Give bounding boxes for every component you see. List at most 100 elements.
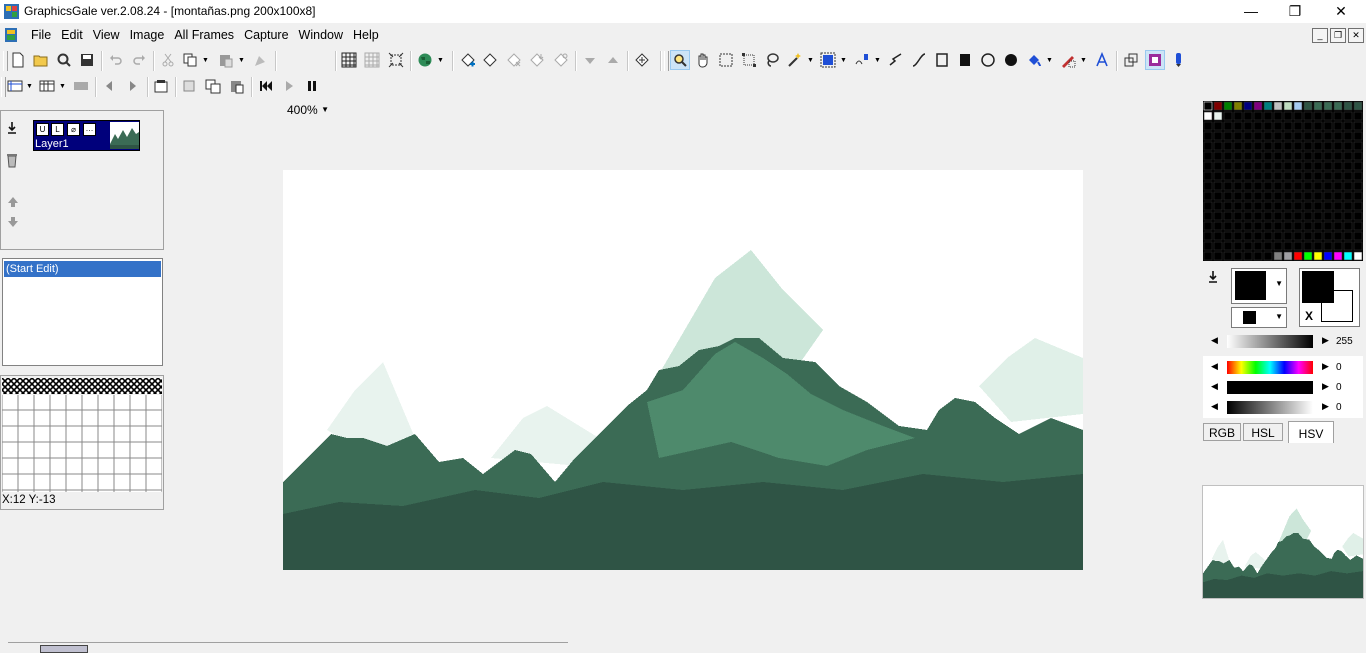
palette-swatch[interactable] — [1293, 121, 1303, 131]
palette-swatch[interactable] — [1293, 251, 1303, 261]
palette-swatch[interactable] — [1253, 171, 1263, 181]
paste-dropdown-arrow[interactable]: ▼ — [238, 50, 245, 70]
palette-swatch[interactable] — [1243, 111, 1253, 121]
menu-view[interactable]: View — [88, 24, 125, 46]
trash-icon[interactable] — [2, 150, 22, 170]
next-frame-icon[interactable] — [123, 76, 143, 96]
palette-swatch[interactable] — [1293, 201, 1303, 211]
palette-swatch[interactable] — [1313, 111, 1323, 121]
palette-swatch[interactable] — [1253, 111, 1263, 121]
minimize-button[interactable]: — — [1228, 0, 1274, 23]
palette-swatch[interactable] — [1333, 191, 1343, 201]
palette-swatch[interactable] — [1283, 101, 1293, 111]
palette-swatch[interactable] — [1273, 211, 1283, 221]
palette-swatch[interactable] — [1343, 181, 1353, 191]
saturation-increase-arrow[interactable]: ▶ — [1322, 381, 1329, 392]
palette-swatch[interactable] — [1243, 211, 1253, 221]
palette-swatch[interactable] — [1283, 251, 1293, 261]
redo-icon[interactable] — [129, 50, 149, 70]
palette-swatch[interactable] — [1233, 221, 1243, 231]
palette-swatch[interactable] — [1203, 191, 1213, 201]
palette-swatch[interactable] — [1203, 231, 1213, 241]
palette-swatch[interactable] — [1243, 231, 1253, 241]
palette-swatch[interactable] — [1353, 231, 1363, 241]
palette-swatch[interactable] — [1333, 211, 1343, 221]
palette-swatch[interactable] — [1343, 101, 1353, 111]
layer-down-icon[interactable] — [3, 212, 23, 232]
palette-swatch[interactable] — [1303, 201, 1313, 211]
fit-window-icon[interactable] — [386, 50, 406, 70]
alpha-decrease-arrow[interactable]: ◀ — [1211, 335, 1218, 346]
palette-swatch[interactable] — [1333, 141, 1343, 151]
palette-swatch[interactable] — [1203, 131, 1213, 141]
zoom-select[interactable]: 400% ▼ — [280, 100, 332, 120]
palette-swatch[interactable] — [1353, 211, 1363, 221]
palette-swatch[interactable] — [1213, 231, 1223, 241]
palette-swatch[interactable] — [1333, 101, 1343, 111]
free-select-icon[interactable] — [739, 50, 759, 70]
mask-icon[interactable] — [1145, 50, 1165, 70]
palette-swatch[interactable] — [1353, 251, 1363, 261]
palette-swatch[interactable] — [1353, 111, 1363, 121]
palette-swatch[interactable] — [1233, 201, 1243, 211]
ellipse-icon[interactable] — [978, 50, 998, 70]
globe-icon[interactable] — [415, 50, 435, 70]
palette-swatch[interactable] — [1203, 151, 1213, 161]
palette-swatch[interactable] — [1323, 231, 1333, 241]
brush-shape-select[interactable]: ▼ — [1231, 268, 1287, 304]
palette-swatch[interactable] — [1223, 231, 1233, 241]
palette-swatch[interactable] — [1313, 121, 1323, 131]
palette-swatch[interactable] — [1203, 221, 1213, 231]
fill-dropdown-arrow[interactable]: ▼ — [1046, 50, 1053, 70]
lasso-icon[interactable] — [762, 50, 782, 70]
cut-icon[interactable] — [158, 50, 178, 70]
palette-swatch[interactable] — [1333, 161, 1343, 171]
alpha-slider[interactable] — [1227, 335, 1313, 348]
palette-swatch[interactable] — [1223, 201, 1233, 211]
save-icon[interactable] — [77, 50, 97, 70]
palette-swatch[interactable] — [1313, 151, 1323, 161]
palette-swatch[interactable] — [1323, 131, 1333, 141]
palette-swatch[interactable] — [1213, 171, 1223, 181]
frame-strip-icon[interactable] — [71, 76, 91, 96]
palette-swatch[interactable] — [1213, 181, 1223, 191]
palette-swatch[interactable] — [1203, 141, 1213, 151]
palette-swatch[interactable] — [1343, 191, 1353, 201]
palette-swatch[interactable] — [1303, 161, 1313, 171]
palette-swatch[interactable] — [1263, 141, 1273, 151]
palette-swatch[interactable] — [1233, 151, 1243, 161]
palette-swatch[interactable] — [1203, 101, 1213, 111]
play-icon[interactable] — [279, 76, 299, 96]
palette-swatch[interactable] — [1353, 131, 1363, 141]
palette-swatch[interactable] — [1243, 251, 1253, 261]
palette-swatch[interactable] — [1343, 151, 1353, 161]
crop-icon[interactable] — [250, 50, 270, 70]
palette-swatch[interactable] — [1343, 211, 1353, 221]
hand-icon[interactable] — [693, 50, 713, 70]
palette-swatch[interactable] — [1263, 211, 1273, 221]
palette-swatch[interactable] — [1213, 161, 1223, 171]
palette-swatch[interactable] — [1283, 201, 1293, 211]
palette-swatch[interactable] — [1323, 111, 1333, 121]
line-icon[interactable] — [886, 50, 906, 70]
palette-swatch[interactable] — [1223, 131, 1233, 141]
tab-hsv[interactable]: HSV — [1288, 421, 1334, 443]
new-file-icon[interactable] — [8, 50, 28, 70]
text-tool-icon[interactable] — [1092, 50, 1112, 70]
palette-swatch[interactable] — [1203, 201, 1213, 211]
pattern-grid[interactable] — [2, 378, 162, 492]
palette-swatch[interactable] — [1223, 211, 1233, 221]
palette-swatch[interactable] — [1253, 241, 1263, 251]
palette-swatch[interactable] — [1293, 101, 1303, 111]
palette-swatch[interactable] — [1263, 171, 1273, 181]
pen-size-dropdown-arrow[interactable]: ▼ — [1275, 312, 1283, 321]
palette-swatch[interactable] — [1353, 201, 1363, 211]
palette-swatch[interactable] — [1283, 151, 1293, 161]
menu-image[interactable]: Image — [125, 24, 170, 46]
palette-swatch[interactable] — [1243, 141, 1253, 151]
palette-swatch[interactable] — [1203, 111, 1213, 121]
palette-swatch[interactable] — [1253, 121, 1263, 131]
hue-increase-arrow[interactable]: ▶ — [1322, 361, 1329, 372]
mdi-minimize-button[interactable]: _ — [1312, 28, 1328, 43]
history-item[interactable]: (Start Edit) — [4, 261, 161, 277]
